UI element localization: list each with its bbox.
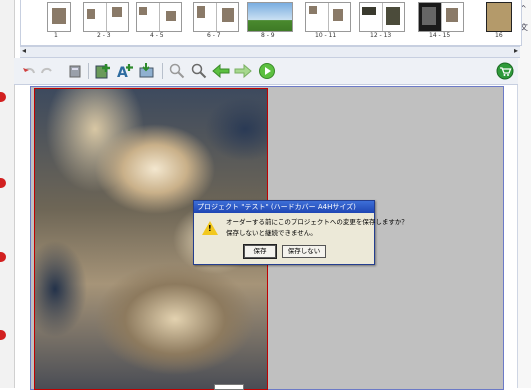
marker-icon	[0, 178, 6, 188]
dialog-message-line: オーダーする前にこのプロジェクトへの変更を保存しますか？	[226, 218, 408, 226]
left-sidebar-edge	[0, 0, 15, 388]
thumb-label: 4 - 5	[150, 32, 164, 39]
marker-icon	[0, 92, 6, 102]
thumb-label: 1	[54, 32, 58, 39]
page-thumbnail-12-13[interactable]	[359, 2, 405, 32]
forward-arrow-icon[interactable]	[234, 62, 252, 80]
dialog-title: プロジェクト "テスト" (ハードカバー A4Hサイズ)	[194, 201, 374, 213]
scroll-right-icon[interactable]: ▸	[514, 46, 518, 55]
page-thumbnail-14-15[interactable]	[418, 2, 464, 32]
play-icon[interactable]	[258, 62, 276, 80]
back-arrow-icon[interactable]	[212, 62, 230, 80]
page-thumbnail-1[interactable]	[47, 2, 71, 32]
thumb-label: 2 - 3	[97, 32, 111, 39]
page-thumbnail-4-5[interactable]	[136, 2, 182, 32]
trash-icon[interactable]	[66, 62, 84, 80]
thumb-label: 10 - 11	[315, 32, 337, 39]
thumb-label: 12 - 13	[370, 32, 392, 39]
dialog-message-line: 保存しないと継続できません。	[226, 229, 317, 237]
photo-caption-marker	[214, 384, 244, 390]
dialog-message: オーダーする前にこのプロジェクトへの変更を保存しますか？ 保存しないと継続できま…	[226, 217, 408, 239]
thumb-label: 8 - 9	[261, 32, 275, 39]
thumb-label: 6 - 7	[207, 32, 221, 39]
filmstrip-scrollbar[interactable]: ◂ ▸	[20, 46, 520, 58]
zoom-out-icon[interactable]	[168, 62, 186, 80]
save-changes-dialog: プロジェクト "テスト" (ハードカバー A4Hサイズ) ! オーダーする前にこ…	[193, 200, 408, 265]
add-text-icon[interactable]: A	[116, 62, 134, 80]
page-thumbnail-10-11[interactable]	[305, 2, 351, 32]
toolbar-separator	[162, 63, 163, 79]
scroll-left-icon[interactable]: ◂	[22, 46, 26, 55]
thumb-label: 16	[495, 32, 503, 39]
add-page-icon[interactable]	[94, 62, 112, 80]
redo-icon[interactable]	[38, 62, 56, 80]
warning-exclamation: !	[208, 224, 212, 233]
toolbar-separator	[88, 63, 89, 79]
page-thumbnail-6-7[interactable]	[193, 2, 239, 32]
page-thumbnail-8-9[interactable]	[247, 2, 293, 32]
page-thumbnail-2-3[interactable]	[83, 2, 129, 32]
cart-icon[interactable]	[496, 62, 514, 80]
page-thumbnail-16[interactable]	[486, 2, 512, 32]
save-icon[interactable]	[138, 62, 156, 80]
save-button[interactable]: 保存	[243, 244, 277, 259]
page-filmstrip: 1 2 - 3 4 - 5 6 - 7 8 - 9 10 - 11 12 - 1…	[20, 0, 522, 46]
right-panel-edge[interactable]: ^ 文	[517, 0, 531, 388]
zoom-in-icon[interactable]	[190, 62, 208, 80]
dont-save-button[interactable]: 保存しない	[282, 245, 326, 258]
editor-toolbar: A	[14, 58, 518, 85]
marker-icon	[0, 252, 6, 262]
undo-icon[interactable]	[20, 62, 38, 80]
marker-icon	[0, 330, 6, 340]
thumb-label: 14 - 15	[429, 32, 451, 39]
